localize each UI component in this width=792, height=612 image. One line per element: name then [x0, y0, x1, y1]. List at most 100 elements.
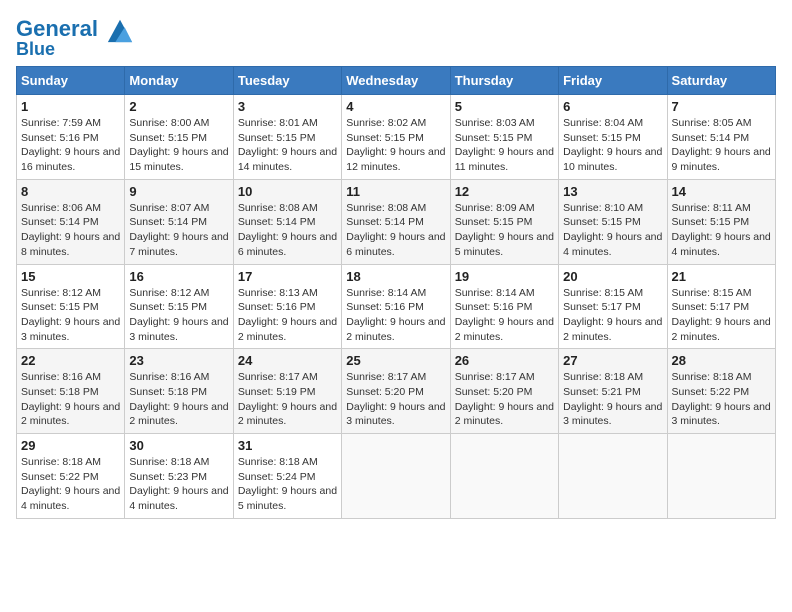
calendar-cell: 18 Sunrise: 8:14 AMSunset: 5:16 PMDayligh…	[342, 264, 450, 349]
day-number: 9	[129, 184, 228, 199]
day-number: 27	[563, 353, 662, 368]
day-header-tuesday: Tuesday	[233, 67, 341, 95]
day-info: Sunrise: 8:15 AMSunset: 5:17 PMDaylight:…	[672, 286, 771, 345]
calendar-cell: 22 Sunrise: 8:16 AMSunset: 5:18 PMDayligh…	[17, 349, 125, 434]
day-number: 13	[563, 184, 662, 199]
calendar-cell: 30 Sunrise: 8:18 AMSunset: 5:23 PMDayligh…	[125, 434, 233, 519]
day-number: 28	[672, 353, 771, 368]
calendar-cell: 12Sunrise: 8:09 AMSunset: 5:15 PMDayligh…	[450, 179, 558, 264]
calendar-week-row: 29 Sunrise: 8:18 AMSunset: 5:22 PMDayligh…	[17, 434, 776, 519]
calendar-table: SundayMondayTuesdayWednesdayThursdayFrid…	[16, 66, 776, 519]
day-info: Sunrise: 8:08 AMSunset: 5:14 PMDaylight:…	[346, 201, 445, 260]
day-info: Sunrise: 8:18 AMSunset: 5:21 PMDaylight:…	[563, 370, 662, 429]
day-number: 3	[238, 99, 337, 114]
calendar-cell: 6Sunrise: 8:04 AMSunset: 5:15 PMDaylight…	[559, 95, 667, 180]
day-header-wednesday: Wednesday	[342, 67, 450, 95]
day-number: 26	[455, 353, 554, 368]
calendar-cell: 20Sunrise: 8:15 AMSunset: 5:17 PMDayligh…	[559, 264, 667, 349]
calendar-cell: 28 Sunrise: 8:18 AMSunset: 5:22 PMDayligh…	[667, 349, 775, 434]
calendar-cell: 11 Sunrise: 8:08 AMSunset: 5:14 PMDayligh…	[342, 179, 450, 264]
logo: General Blue	[16, 16, 134, 58]
day-info: Sunrise: 8:18 AMSunset: 5:22 PMDaylight:…	[21, 455, 120, 514]
day-number: 18	[346, 269, 445, 284]
day-info: Sunrise: 8:07 AMSunset: 5:14 PMDaylight:…	[129, 201, 228, 260]
day-number: 30	[129, 438, 228, 453]
calendar-cell	[559, 434, 667, 519]
day-info: Sunrise: 8:18 AMSunset: 5:24 PMDaylight:…	[238, 455, 337, 514]
calendar-cell: 13Sunrise: 8:10 AMSunset: 5:15 PMDayligh…	[559, 179, 667, 264]
day-info: Sunrise: 8:12 AMSunset: 5:15 PMDaylight:…	[129, 286, 228, 345]
calendar-cell: 29 Sunrise: 8:18 AMSunset: 5:22 PMDayligh…	[17, 434, 125, 519]
calendar-cell	[450, 434, 558, 519]
day-number: 8	[21, 184, 120, 199]
day-number: 12	[455, 184, 554, 199]
calendar-cell: 17Sunrise: 8:13 AMSunset: 5:16 PMDayligh…	[233, 264, 341, 349]
day-info: Sunrise: 8:01 AMSunset: 5:15 PMDaylight:…	[238, 116, 337, 175]
day-number: 31	[238, 438, 337, 453]
calendar-cell: 14 Sunrise: 8:11 AMSunset: 5:15 PMDayligh…	[667, 179, 775, 264]
day-number: 23	[129, 353, 228, 368]
calendar-header-row: SundayMondayTuesdayWednesdayThursdayFrid…	[17, 67, 776, 95]
day-number: 21	[672, 269, 771, 284]
day-info: Sunrise: 8:02 AMSunset: 5:15 PMDaylight:…	[346, 116, 445, 175]
day-info: Sunrise: 8:17 AMSunset: 5:20 PMDaylight:…	[455, 370, 554, 429]
day-info: Sunrise: 8:11 AMSunset: 5:15 PMDaylight:…	[672, 201, 771, 260]
day-number: 29	[21, 438, 120, 453]
calendar-cell: 5 Sunrise: 8:03 AMSunset: 5:15 PMDaylight…	[450, 95, 558, 180]
calendar-cell: 15Sunrise: 8:12 AMSunset: 5:15 PMDayligh…	[17, 264, 125, 349]
calendar-cell: 1 Sunrise: 7:59 AMSunset: 5:16 PMDaylight…	[17, 95, 125, 180]
page-header: General Blue	[16, 16, 776, 58]
day-info: Sunrise: 8:16 AMSunset: 5:18 PMDaylight:…	[21, 370, 120, 429]
calendar-cell: 7 Sunrise: 8:05 AMSunset: 5:14 PMDaylight…	[667, 95, 775, 180]
calendar-cell: 3 Sunrise: 8:01 AMSunset: 5:15 PMDaylight…	[233, 95, 341, 180]
day-info: Sunrise: 8:03 AMSunset: 5:15 PMDaylight:…	[455, 116, 554, 175]
day-number: 6	[563, 99, 662, 114]
logo-general: General	[16, 16, 98, 41]
calendar-week-row: 1 Sunrise: 7:59 AMSunset: 5:16 PMDaylight…	[17, 95, 776, 180]
calendar-cell: 10Sunrise: 8:08 AMSunset: 5:14 PMDayligh…	[233, 179, 341, 264]
day-number: 10	[238, 184, 337, 199]
day-number: 2	[129, 99, 228, 114]
calendar-cell: 31 Sunrise: 8:18 AMSunset: 5:24 PMDayligh…	[233, 434, 341, 519]
day-number: 1	[21, 99, 120, 114]
calendar-cell: 9 Sunrise: 8:07 AMSunset: 5:14 PMDaylight…	[125, 179, 233, 264]
calendar-week-row: 15 Sunrise: 8:12 AMSunset: 5:15 PMDayligh…	[17, 264, 776, 349]
day-header-friday: Friday	[559, 67, 667, 95]
calendar-cell	[342, 434, 450, 519]
day-number: 5	[455, 99, 554, 114]
day-info: Sunrise: 8:16 AMSunset: 5:18 PMDaylight:…	[129, 370, 228, 429]
day-info: Sunrise: 8:05 AMSunset: 5:14 PMDaylight:…	[672, 116, 771, 175]
calendar-cell	[667, 434, 775, 519]
calendar-cell: 2 Sunrise: 8:00 AMSunset: 5:15 PMDaylight…	[125, 95, 233, 180]
day-number: 16	[129, 269, 228, 284]
day-info: Sunrise: 8:14 AMSunset: 5:16 PMDaylight:…	[455, 286, 554, 345]
calendar-cell: 26 Sunrise: 8:17 AMSunset: 5:20 PMDayligh…	[450, 349, 558, 434]
day-info: Sunrise: 8:18 AMSunset: 5:22 PMDaylight:…	[672, 370, 771, 429]
day-info: Sunrise: 8:06 AMSunset: 5:14 PMDaylight:…	[21, 201, 120, 260]
day-number: 4	[346, 99, 445, 114]
day-header-saturday: Saturday	[667, 67, 775, 95]
day-info: Sunrise: 8:17 AMSunset: 5:20 PMDaylight:…	[346, 370, 445, 429]
calendar-cell: 19Sunrise: 8:14 AMSunset: 5:16 PMDayligh…	[450, 264, 558, 349]
day-number: 25	[346, 353, 445, 368]
day-number: 15	[21, 269, 120, 284]
day-number: 20	[563, 269, 662, 284]
day-info: Sunrise: 7:59 AMSunset: 5:16 PMDaylight:…	[21, 116, 120, 175]
calendar-cell: 8 Sunrise: 8:06 AMSunset: 5:14 PMDaylight…	[17, 179, 125, 264]
calendar-week-row: 8 Sunrise: 8:06 AMSunset: 5:14 PMDaylight…	[17, 179, 776, 264]
calendar-cell: 25 Sunrise: 8:17 AMSunset: 5:20 PMDayligh…	[342, 349, 450, 434]
day-info: Sunrise: 8:00 AMSunset: 5:15 PMDaylight:…	[129, 116, 228, 175]
day-info: Sunrise: 8:18 AMSunset: 5:23 PMDaylight:…	[129, 455, 228, 514]
day-header-thursday: Thursday	[450, 67, 558, 95]
day-number: 22	[21, 353, 120, 368]
day-header-sunday: Sunday	[17, 67, 125, 95]
day-info: Sunrise: 8:14 AMSunset: 5:16 PMDaylight:…	[346, 286, 445, 345]
day-number: 11	[346, 184, 445, 199]
day-info: Sunrise: 8:17 AMSunset: 5:19 PMDaylight:…	[238, 370, 337, 429]
day-info: Sunrise: 8:13 AMSunset: 5:16 PMDaylight:…	[238, 286, 337, 345]
day-number: 7	[672, 99, 771, 114]
calendar-cell: 27 Sunrise: 8:18 AMSunset: 5:21 PMDayligh…	[559, 349, 667, 434]
calendar-cell: 24Sunrise: 8:17 AMSunset: 5:19 PMDayligh…	[233, 349, 341, 434]
calendar-cell: 4 Sunrise: 8:02 AMSunset: 5:15 PMDaylight…	[342, 95, 450, 180]
day-number: 14	[672, 184, 771, 199]
